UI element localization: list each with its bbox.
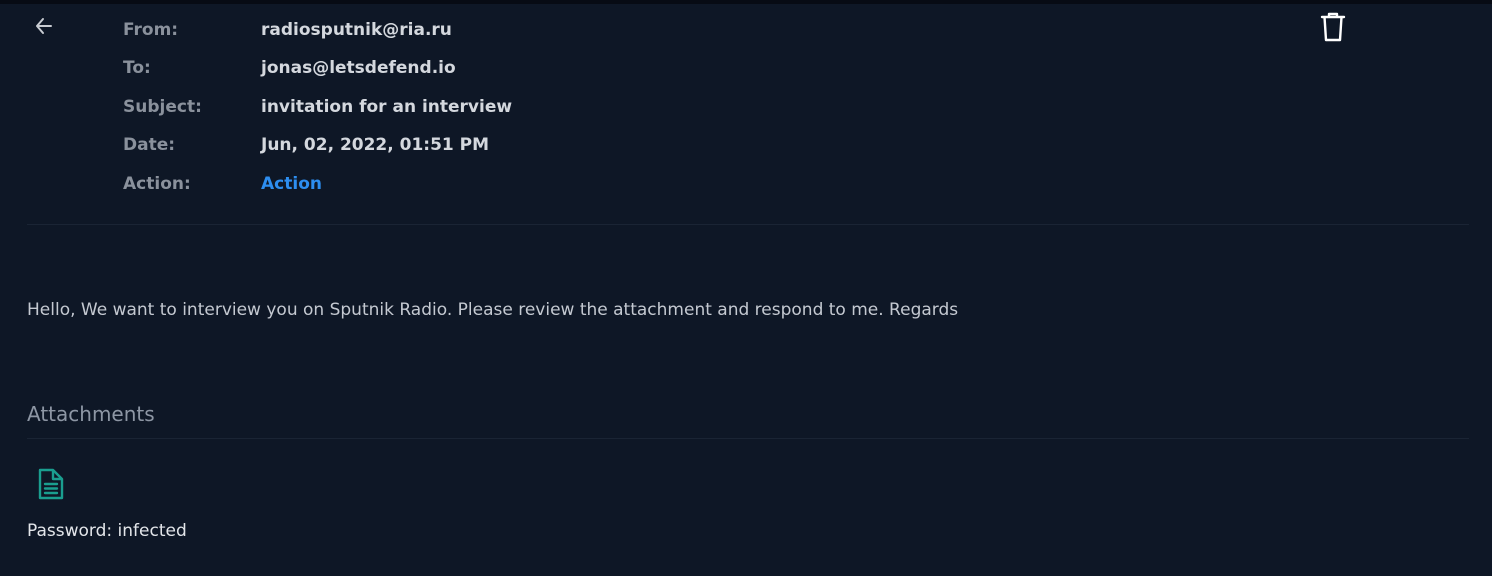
from-label: From: (123, 20, 179, 40)
date-label: Date: (123, 135, 176, 155)
action-link[interactable]: Action (261, 172, 322, 196)
date-value: Jun, 02, 2022, 01:51 PM (261, 135, 490, 155)
action-label: Action: (123, 174, 191, 194)
action-row: Action: Action (0, 172, 800, 196)
subject-value: invitation for an interview (261, 97, 513, 117)
attachments-heading: Attachments (27, 402, 155, 426)
attachments-divider (27, 438, 1469, 439)
file-document-icon (38, 468, 64, 500)
subject-row: Subject: invitation for an interview (0, 95, 800, 119)
email-body: Hello, We want to interview you on Sputn… (27, 300, 959, 320)
from-row: From: radiosputnik@ria.ru (0, 18, 800, 42)
delete-button[interactable] (1318, 11, 1348, 43)
subject-label: Subject: (123, 97, 202, 117)
header-divider (27, 224, 1469, 225)
trash-icon (1320, 12, 1346, 42)
to-label: To: (123, 58, 151, 78)
from-value: radiosputnik@ria.ru (261, 20, 452, 40)
top-edge (0, 0, 1492, 4)
attachment-password: Password: infected (27, 521, 187, 541)
attachment-file[interactable] (37, 467, 65, 501)
to-value: jonas@letsdefend.io (261, 58, 456, 78)
date-row: Date: Jun, 02, 2022, 01:51 PM (0, 133, 800, 157)
to-row: To: jonas@letsdefend.io (0, 56, 800, 80)
